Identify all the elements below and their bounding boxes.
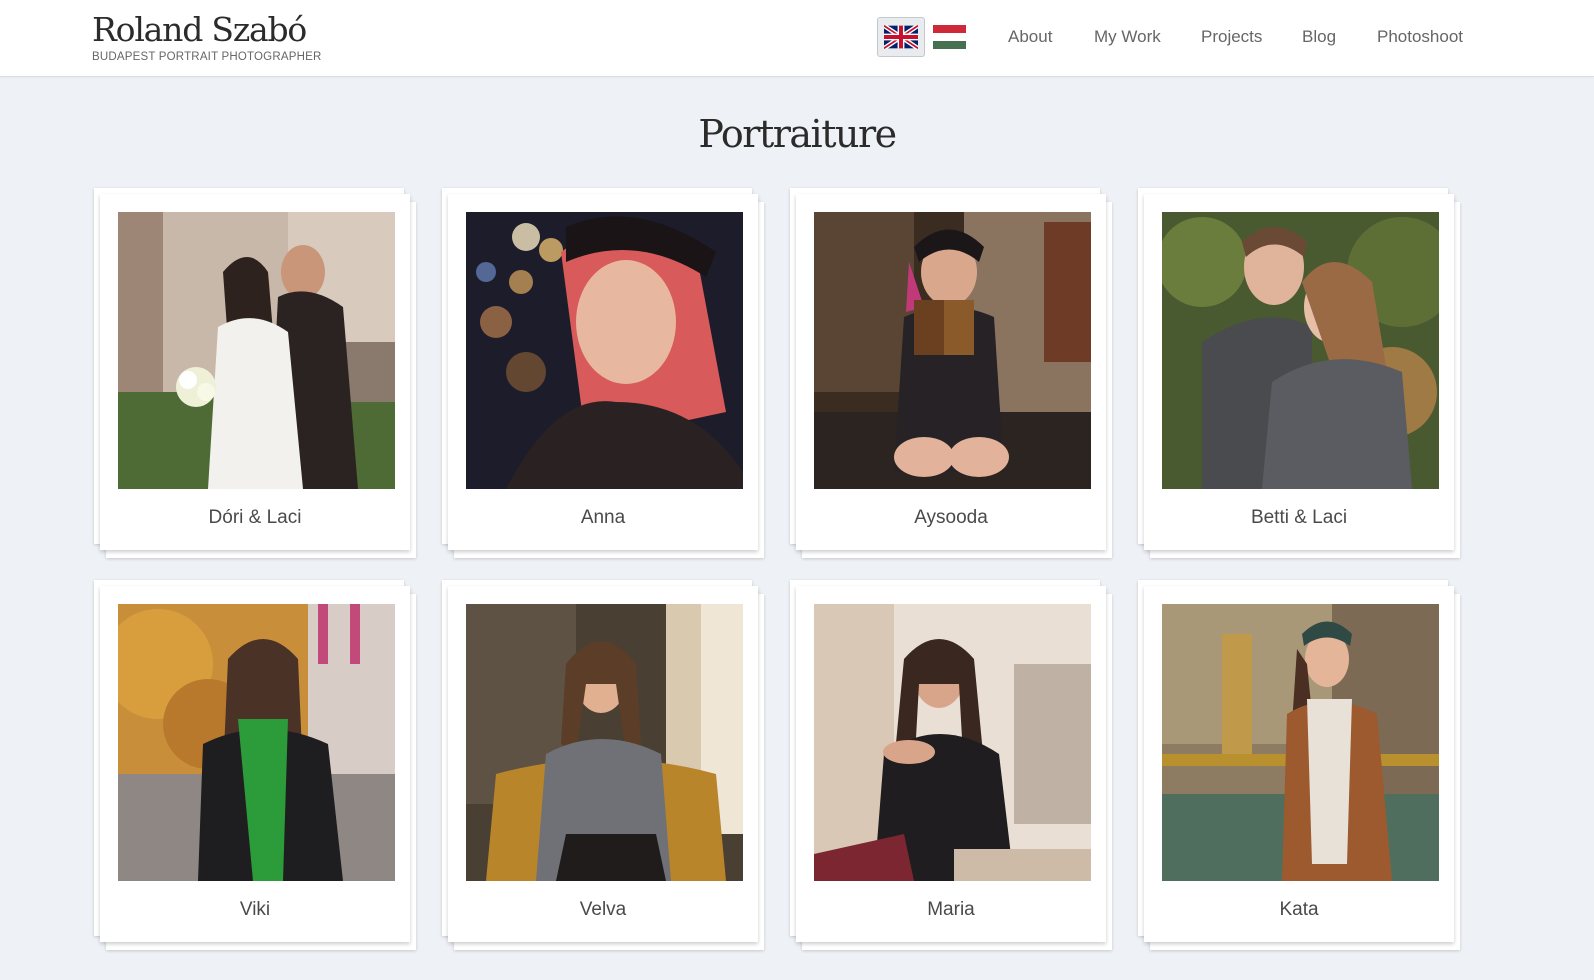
woman-green-scarf-photo: [118, 604, 395, 881]
photo-caption[interactable]: Maria: [796, 896, 1106, 924]
gallery-card-kata[interactable]: Kata: [1138, 580, 1460, 950]
main-nav: About My Work Projects Blog Photoshoot: [0, 25, 1594, 49]
woman-night-portrait-photo: [466, 212, 743, 489]
nav-my-work[interactable]: My Work: [1094, 25, 1161, 49]
woman-stone-balcony-photo: [814, 604, 1091, 881]
portrait-photo[interactable]: [814, 604, 1091, 881]
photo-caption[interactable]: Aysooda: [796, 504, 1106, 532]
photo-caption[interactable]: Dóri & Laci: [100, 504, 410, 532]
woman-with-book-photo: [814, 212, 1091, 489]
nav-about[interactable]: About: [1008, 25, 1052, 49]
portrait-photo[interactable]: [466, 212, 743, 489]
brand-tagline: BUDAPEST PORTRAIT PHOTOGRAPHER: [92, 51, 322, 63]
gallery-card-betti-laci[interactable]: Betti & Laci: [1138, 188, 1460, 558]
portrait-photo[interactable]: [118, 604, 395, 881]
card-front: Maria: [796, 586, 1106, 942]
photo-caption[interactable]: Viki: [100, 896, 410, 924]
gallery-card-aysooda[interactable]: Aysooda: [790, 188, 1112, 558]
gallery-card-viki[interactable]: Viki: [94, 580, 416, 950]
site-header: Roland Szabó BUDAPEST PORTRAIT PHOTOGRAP…: [0, 0, 1594, 77]
photo-caption[interactable]: Velva: [448, 896, 758, 924]
gallery-card-maria[interactable]: Maria: [790, 580, 1112, 950]
nav-blog[interactable]: Blog: [1302, 25, 1336, 49]
nav-photoshoot[interactable]: Photoshoot: [1377, 25, 1463, 49]
gallery-card-velva[interactable]: Velva: [442, 580, 764, 950]
card-front: Aysooda: [796, 194, 1106, 550]
card-front: Viki: [100, 586, 410, 942]
nav-projects[interactable]: Projects: [1201, 25, 1262, 49]
wedding-couple-photo: [118, 212, 395, 489]
card-front: Anna: [448, 194, 758, 550]
portrait-photo[interactable]: [466, 604, 743, 881]
portrait-photo[interactable]: [814, 212, 1091, 489]
photo-caption[interactable]: Anna: [448, 504, 758, 532]
photo-caption[interactable]: Betti & Laci: [1144, 504, 1454, 532]
portrait-photo[interactable]: [118, 212, 395, 489]
gallery-card-anna[interactable]: Anna: [442, 188, 764, 558]
card-front: Velva: [448, 586, 758, 942]
card-front: Kata: [1144, 586, 1454, 942]
portrait-photo[interactable]: [1162, 604, 1439, 881]
couple-embrace-photo: [1162, 212, 1439, 489]
card-front: Betti & Laci: [1144, 194, 1454, 550]
card-front: Dóri & Laci: [100, 194, 410, 550]
portrait-photo[interactable]: [1162, 212, 1439, 489]
woman-city-railing-photo: [1162, 604, 1439, 881]
page-title: Portraiture: [698, 112, 897, 156]
photo-caption[interactable]: Kata: [1144, 896, 1454, 924]
gallery-card-dori-laci[interactable]: Dóri & Laci: [94, 188, 416, 558]
woman-armchair-photo: [466, 604, 743, 881]
